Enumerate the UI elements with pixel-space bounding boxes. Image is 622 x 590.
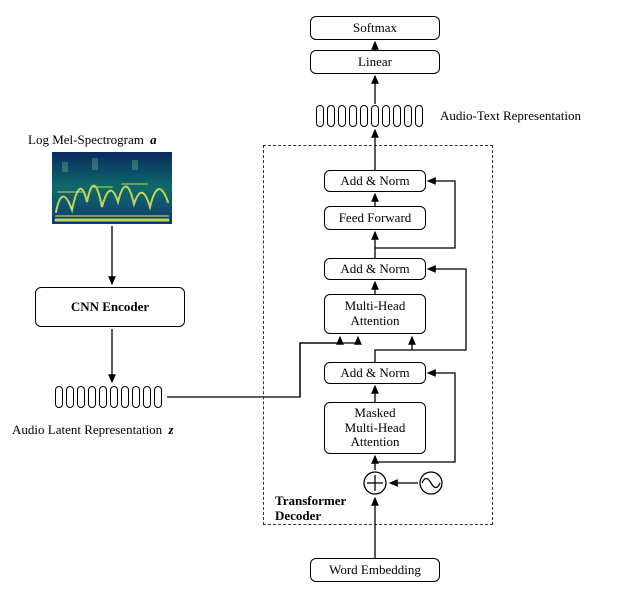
- addnorm3-block: Add & Norm: [324, 170, 426, 192]
- masked-mha-block: Masked Multi-Head Attention: [324, 402, 426, 454]
- latent-tokens: [55, 386, 162, 408]
- feedforward-label: Feed Forward: [339, 211, 412, 226]
- addnorm1-block: Add & Norm: [324, 362, 426, 384]
- diagram-canvas: Log Mel-Spectrogram a: [0, 0, 622, 590]
- masked-mha-l1: Masked: [345, 406, 406, 421]
- latent-symbol: z: [168, 422, 173, 437]
- positional-encoding-icon: [418, 470, 444, 496]
- linear-label: Linear: [358, 55, 392, 70]
- cnn-encoder-block: CNN Encoder: [35, 287, 185, 327]
- input-symbol: a: [150, 132, 157, 147]
- softmax-label: Softmax: [353, 21, 397, 36]
- add-op-icon: [362, 470, 388, 496]
- transformer-decoder-label-1: Transformer: [275, 493, 346, 509]
- mha-l1: Multi-Head: [345, 299, 406, 314]
- masked-mha-l2: Multi-Head: [345, 421, 406, 436]
- mha-l2: Attention: [345, 314, 406, 329]
- input-title-label: Log Mel-Spectrogram a: [28, 132, 157, 148]
- transformer-decoder-container: [263, 145, 493, 525]
- latent-label: Audio Latent Representation z: [12, 422, 174, 438]
- audio-text-tokens: [316, 105, 423, 127]
- transformer-decoder-label-2: Decoder: [275, 508, 321, 524]
- addnorm1-label: Add & Norm: [340, 366, 409, 381]
- input-title-text: Log Mel-Spectrogram: [28, 132, 144, 147]
- mha-block: Multi-Head Attention: [324, 294, 426, 334]
- addnorm2-block: Add & Norm: [324, 258, 426, 280]
- word-embedding-label: Word Embedding: [329, 563, 421, 578]
- addnorm2-label: Add & Norm: [340, 262, 409, 277]
- word-embedding-block: Word Embedding: [310, 558, 440, 582]
- softmax-block: Softmax: [310, 16, 440, 40]
- cnn-encoder-label: CNN Encoder: [71, 300, 149, 315]
- addnorm3-label: Add & Norm: [340, 174, 409, 189]
- linear-block: Linear: [310, 50, 440, 74]
- masked-mha-l3: Attention: [345, 435, 406, 450]
- spectrogram-image: [52, 152, 172, 224]
- audio-text-repr-label: Audio-Text Representation: [440, 108, 581, 124]
- latent-label-text: Audio Latent Representation: [12, 422, 162, 437]
- feedforward-block: Feed Forward: [324, 206, 426, 230]
